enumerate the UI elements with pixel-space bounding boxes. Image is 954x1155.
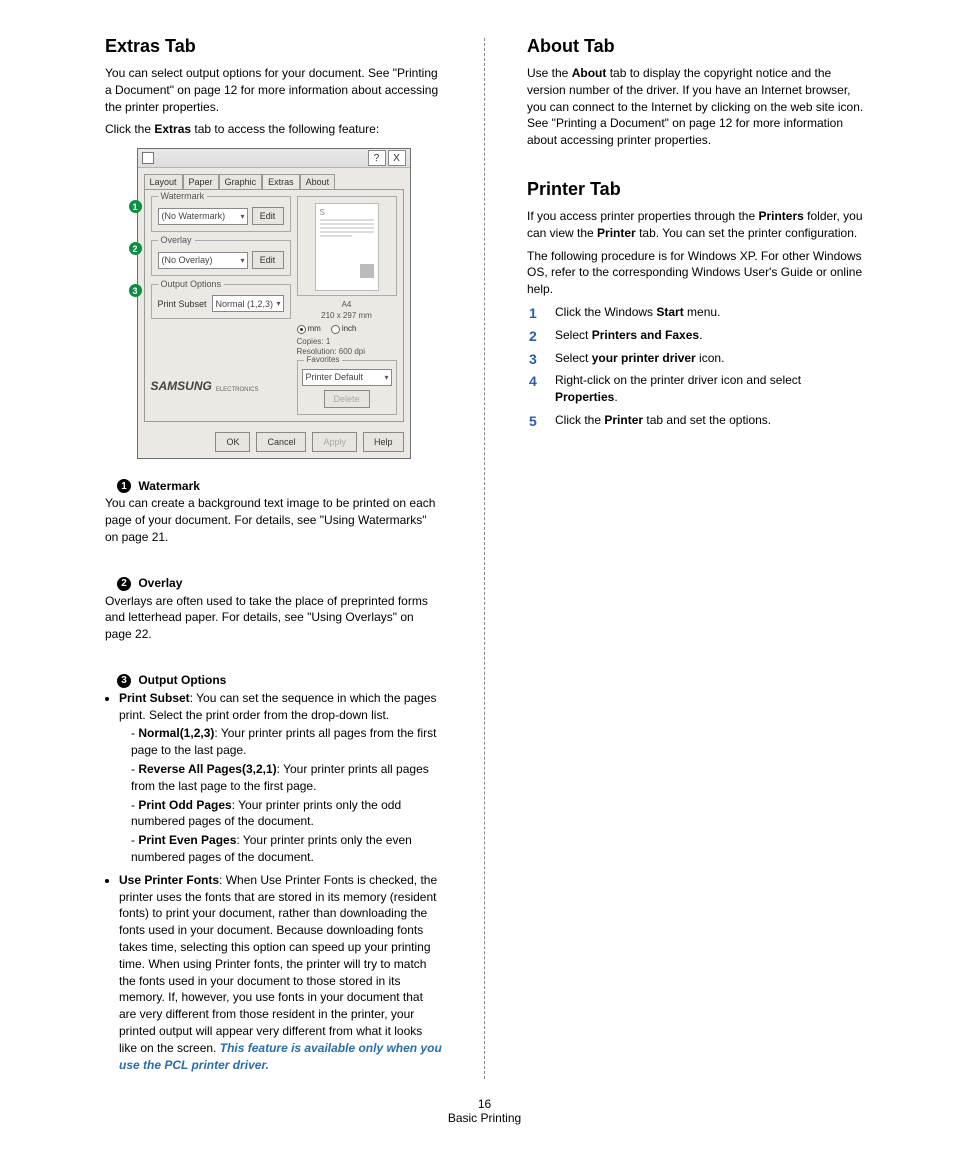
tab-layout[interactable]: Layout: [144, 174, 183, 189]
list-item: Print Subset: You can set the sequence i…: [119, 690, 442, 866]
left-column: Extras Tab You can select output options…: [105, 30, 442, 1079]
dialog-screenshot: ? X Layout Paper Graphic Extras About 1 …: [105, 148, 442, 458]
tabs: Layout Paper Graphic Extras About: [138, 168, 410, 189]
list-item: Use Printer Fonts: When Use Printer Font…: [119, 872, 442, 1074]
title-bar: ? X: [138, 149, 410, 168]
badge-3: 3: [117, 674, 131, 688]
group-watermark: Watermark (No Watermark) Edit: [151, 196, 291, 232]
watermark-dropdown[interactable]: (No Watermark): [158, 208, 248, 225]
printer-desc-1: If you access printer properties through…: [527, 208, 864, 242]
tab-graphic[interactable]: Graphic: [219, 174, 263, 189]
help-button-bottom[interactable]: Help: [363, 432, 404, 452]
window-icon: [142, 152, 154, 164]
right-column: About Tab Use the About tab to display t…: [527, 30, 864, 1079]
radio-mm[interactable]: mm: [297, 324, 321, 333]
watermark-desc: You can create a background text image t…: [105, 495, 442, 545]
overlay-desc: Overlays are often used to take the plac…: [105, 593, 442, 643]
page-preview: S: [297, 196, 397, 296]
badge-2: 2: [117, 577, 131, 591]
group-output-options: Output Options Print Subset Normal (1,2,…: [151, 284, 291, 319]
step-2: 2 Select Printers and Faxes.: [529, 327, 864, 344]
tab-extras[interactable]: Extras: [262, 174, 300, 189]
cancel-button[interactable]: Cancel: [256, 432, 306, 452]
tab-paper[interactable]: Paper: [183, 174, 219, 189]
heading-watermark: 1 Watermark: [117, 479, 442, 494]
radio-inch[interactable]: inch: [331, 324, 357, 333]
about-desc: Use the About tab to display the copyrig…: [527, 65, 864, 149]
samsung-logo: SAMSUNG: [151, 379, 212, 393]
printer-desc-2: The following procedure is for Windows X…: [527, 248, 864, 298]
callout-1: 1: [129, 200, 142, 213]
page-footer: 16 Basic Printing: [105, 1097, 864, 1125]
heading-about-tab: About Tab: [527, 36, 864, 57]
callout-2: 2: [129, 242, 142, 255]
heading-output-options: 3 Output Options: [117, 673, 442, 688]
group-favorites: Favorites Printer Default Delete: [297, 360, 397, 415]
group-overlay: Overlay (No Overlay) Edit: [151, 240, 291, 276]
overlay-edit-button[interactable]: Edit: [252, 251, 284, 269]
watermark-edit-button[interactable]: Edit: [252, 207, 284, 225]
callout-3: 3: [129, 284, 142, 297]
step-1: 1 Click the Windows Start menu.: [529, 304, 864, 321]
help-button[interactable]: ?: [368, 150, 386, 166]
heading-extras-tab: Extras Tab: [105, 36, 442, 57]
tab-about[interactable]: About: [300, 174, 336, 189]
favorites-dropdown[interactable]: Printer Default: [302, 369, 392, 386]
badge-1: 1: [117, 479, 131, 493]
heading-printer-tab: Printer Tab: [527, 179, 864, 200]
overlay-dropdown[interactable]: (No Overlay): [158, 252, 248, 269]
output-options-list: Print Subset: You can set the sequence i…: [105, 690, 442, 1074]
print-subset-dropdown[interactable]: Normal (1,2,3): [212, 295, 284, 312]
printer-steps: 1 Click the Windows Start menu. 2 Select…: [529, 304, 864, 429]
apply-button[interactable]: Apply: [312, 432, 357, 452]
heading-overlay: 2 Overlay: [117, 576, 442, 591]
column-divider: [484, 38, 485, 1079]
step-5: 5 Click the Printer tab and set the opti…: [529, 412, 864, 429]
step-4: 4 Right-click on the printer driver icon…: [529, 372, 864, 406]
section-name: Basic Printing: [105, 1111, 864, 1125]
page-number: 16: [105, 1097, 864, 1111]
close-button[interactable]: X: [388, 150, 406, 166]
step-3: 3 Select your printer driver icon.: [529, 350, 864, 367]
extras-intro-1: You can select output options for your d…: [105, 65, 442, 115]
delete-button[interactable]: Delete: [324, 390, 370, 408]
ok-button[interactable]: OK: [215, 432, 250, 452]
extras-intro-2: Click the Extras tab to access the follo…: [105, 121, 442, 138]
